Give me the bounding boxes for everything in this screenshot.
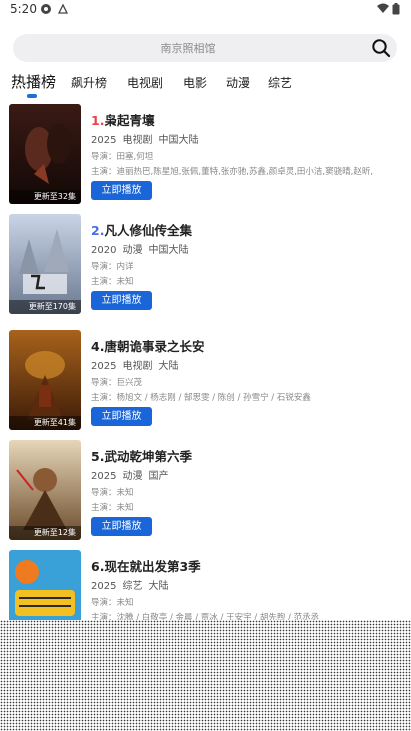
play-button[interactable]: 立即播放 — [91, 291, 152, 310]
tab-movie[interactable]: 电影 — [183, 74, 207, 91]
list-item[interactable]: 更新至41集 4.唐朝诡事录之长安 2025 电视剧 大陆 导演：巨兴茂 主演：杨旭… — [0, 330, 411, 430]
cast-text: 主演：未知 — [91, 277, 134, 287]
alert-icon — [57, 3, 69, 18]
director-text: 导演：未知 — [91, 598, 134, 608]
item-meta: 2025 综艺 大陆 — [91, 577, 174, 592]
year: 2025 — [91, 361, 117, 372]
play-button[interactable]: 立即播放 — [91, 517, 152, 536]
director-text: 导演：巨兴茂 — [91, 378, 143, 388]
poster-art — [9, 330, 81, 430]
region: 大陆 — [148, 581, 169, 592]
genre: 动漫 — [122, 245, 143, 256]
year: 2025 — [91, 581, 117, 592]
title-text: 武动乾坤第六季 — [104, 449, 192, 464]
rank-number: 1. — [91, 113, 105, 128]
search-bar[interactable]: 南京照相馆 — [13, 34, 397, 62]
region: 中国大陆 — [148, 245, 189, 256]
poster-art — [9, 440, 81, 540]
rank-number: 5. — [91, 449, 105, 464]
tab-rising[interactable]: 飙升榜 — [71, 74, 107, 91]
list-item[interactable]: 更新至12集 5.武动乾坤第六季 2025 动漫 国产 导演：未知 主演：未知 立即… — [0, 440, 411, 540]
genre: 电视剧 — [122, 361, 153, 372]
director-text: 导演：内详 — [91, 262, 134, 272]
year: 2025 — [91, 471, 117, 482]
tab-hot[interactable]: 热播榜 — [11, 71, 56, 92]
status-time: 5:20 — [10, 2, 37, 16]
item-meta: 2025 电视剧 大陆 — [91, 357, 184, 372]
tab-variety[interactable]: 综艺 — [268, 74, 292, 91]
item-title[interactable]: 1.枭起青壤 — [91, 110, 154, 129]
episode-badge: 更新至170集 — [9, 300, 81, 314]
episode-badge: 更新至12集 — [9, 526, 81, 540]
director-text: 导演：未知 — [91, 488, 134, 498]
poster-art — [9, 214, 81, 314]
title-text: 现在就出发第3季 — [104, 559, 201, 574]
genre: 动漫 — [122, 471, 143, 482]
rank-number: 6. — [91, 559, 105, 574]
title-text: 唐朝诡事录之长安 — [104, 339, 205, 354]
rank-number: 4. — [91, 339, 105, 354]
cast-text: 主演：杨旭文 / 杨志刚 / 郜思雯 / 陈创 / 孙雪宁 / 石锐安鑫 — [91, 393, 311, 403]
category-tabs: 热播榜 飙升榜 电视剧 电影 动漫 综艺 — [0, 70, 411, 100]
genre: 电视剧 — [122, 135, 153, 146]
title-text: 枭起青壤 — [104, 113, 155, 128]
cast-text: 主演：迪丽热巴,陈星旭,张佩,董特,张亦驰,苏鑫,颜卓灵,田小洁,窦骁晴,赵昕, — [91, 167, 374, 177]
genre: 综艺 — [122, 581, 143, 592]
poster-image[interactable]: 更新至12集 — [9, 440, 81, 540]
title-text: 凡人修仙传全集 — [104, 223, 192, 238]
item-meta: 2025 动漫 国产 — [91, 467, 174, 482]
region: 中国大陆 — [158, 135, 199, 146]
poster-image[interactable]: 更新至170集 — [9, 214, 81, 314]
active-tab-indicator — [27, 94, 37, 98]
status-bar: 5:20 — [0, 0, 411, 20]
search-icon[interactable] — [371, 38, 391, 58]
region: 大陆 — [158, 361, 179, 372]
year: 2025 — [91, 135, 117, 146]
episode-badge: 更新至41集 — [9, 416, 81, 430]
episode-badge: 更新至32集 — [9, 190, 81, 204]
play-button[interactable]: 立即播放 — [91, 181, 152, 200]
director-text: 导演：田塞,何坦 — [91, 152, 154, 162]
poster-art — [9, 104, 81, 204]
poster-image[interactable]: 更新至41集 — [9, 330, 81, 430]
poster-image[interactable]: 更新至32集 — [9, 104, 81, 204]
item-meta: 2025 电视剧 中国大陆 — [91, 131, 204, 146]
tab-tv[interactable]: 电视剧 — [127, 74, 163, 91]
item-title[interactable]: 6.现在就出发第3季 — [91, 556, 201, 575]
tab-anime[interactable]: 动漫 — [226, 74, 250, 91]
sync-icon — [40, 3, 52, 18]
search-input[interactable]: 南京照相馆 — [13, 40, 363, 56]
list-item[interactable]: 更新至32集 1.枭起青壤 2025 电视剧 中国大陆 导演：田塞,何坦 主演：迪丽… — [0, 104, 411, 204]
play-button[interactable]: 立即播放 — [91, 407, 152, 426]
item-title[interactable]: 4.唐朝诡事录之长安 — [91, 336, 204, 355]
list-item[interactable]: 更新至170集 2.凡人修仙传全集 2020 动漫 中国大陆 导演：内详 主演：未知… — [0, 214, 411, 314]
item-meta: 2020 动漫 中国大陆 — [91, 241, 194, 256]
year: 2020 — [91, 245, 117, 256]
rank-number: 2. — [91, 223, 105, 238]
battery-icon — [392, 3, 400, 18]
item-title[interactable]: 2.凡人修仙传全集 — [91, 220, 192, 239]
loading-overlay — [0, 620, 411, 731]
region: 国产 — [148, 471, 169, 482]
item-title[interactable]: 5.武动乾坤第六季 — [91, 446, 192, 465]
cast-text: 主演：未知 — [91, 503, 134, 513]
wifi-icon — [377, 3, 389, 17]
